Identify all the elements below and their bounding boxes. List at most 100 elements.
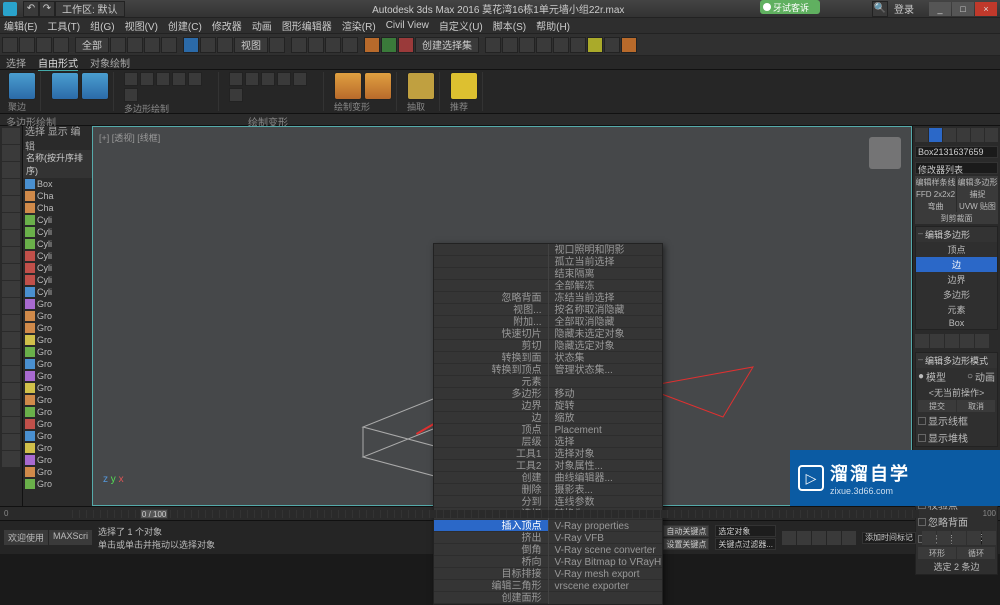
play-icon[interactable] — [812, 531, 826, 545]
left-tool-icon[interactable] — [2, 230, 20, 246]
scale-icon[interactable] — [217, 37, 233, 53]
subobject-level[interactable]: 边界 — [916, 272, 997, 287]
scene-item[interactable]: Cyli — [23, 226, 92, 238]
menu-tools[interactable]: 工具(T) — [47, 18, 80, 33]
context-item[interactable]: 层级 — [434, 436, 548, 448]
spinner-snap-icon[interactable] — [342, 37, 358, 53]
left-tool-icon[interactable] — [2, 366, 20, 382]
left-tool-icon[interactable] — [2, 196, 20, 212]
curve-editor-icon[interactable] — [536, 37, 552, 53]
section-title[interactable]: 编辑多边形 — [916, 227, 997, 242]
select-name-icon[interactable] — [127, 37, 143, 53]
scene-item[interactable]: Gro — [23, 370, 92, 382]
scene-item[interactable]: Cyli — [23, 238, 92, 250]
move-icon[interactable] — [183, 37, 199, 53]
context-item[interactable]: V-Ray Bitmap to VRayHDRI converter — [549, 556, 663, 568]
ribbon-tool-icon[interactable] — [188, 72, 202, 86]
scene-item[interactable]: Gro — [23, 466, 92, 478]
scene-item[interactable]: Cyli — [23, 250, 92, 262]
stack-icon[interactable] — [915, 334, 929, 348]
time-slider[interactable]: 0 / 100 — [72, 510, 918, 518]
context-item[interactable]: 多边形 — [434, 388, 548, 400]
left-tool-icon[interactable] — [2, 179, 20, 195]
context-item[interactable]: 隐藏选定对象 — [549, 340, 663, 352]
window-cross-icon[interactable] — [161, 37, 177, 53]
scene-item[interactable]: Gro — [23, 382, 92, 394]
context-item[interactable]: 视口照明和阴影 — [549, 244, 663, 256]
ribbon-tool-icon[interactable] — [245, 72, 259, 86]
scene-item[interactable]: Gro — [23, 358, 92, 370]
context-item[interactable]: 转换到面 — [434, 352, 548, 364]
context-item[interactable]: 忽略背面 — [434, 292, 548, 304]
context-item[interactable]: 编辑三角形 — [434, 580, 548, 592]
subobject-level[interactable]: 边 — [916, 257, 997, 272]
context-item[interactable]: 曲线编辑器... — [549, 472, 663, 484]
create-tab-icon[interactable] — [915, 128, 928, 142]
context-item[interactable] — [434, 280, 548, 292]
context-item[interactable]: 创建 — [434, 472, 548, 484]
undo-icon[interactable] — [2, 37, 18, 53]
menu-graph[interactable]: 图形编辑器 — [282, 18, 332, 33]
menu-civil[interactable]: Civil View — [386, 20, 429, 31]
undo-icon[interactable]: ↶ — [23, 1, 39, 17]
object-name-field[interactable] — [915, 146, 998, 158]
menu-script[interactable]: 脚本(S) — [493, 18, 526, 33]
scene-item[interactable]: Gro — [23, 394, 92, 406]
left-tool-icon[interactable] — [2, 264, 20, 280]
maximize-button[interactable]: □ — [952, 2, 974, 16]
ribbon-tab-freeform[interactable]: 自由形式 — [38, 55, 78, 71]
pan-icon[interactable] — [952, 531, 966, 545]
redo-icon[interactable] — [19, 37, 35, 53]
ribbon-tool-icon[interactable] — [172, 72, 186, 86]
scene-item[interactable]: Box — [23, 178, 92, 190]
context-item[interactable]: 插入顶点 — [434, 520, 548, 532]
redo-icon[interactable]: ↷ — [39, 1, 55, 17]
context-item[interactable]: 连线参数 — [549, 496, 663, 508]
context-item[interactable]: 元素 — [434, 376, 548, 388]
left-tool-icon[interactable] — [2, 434, 20, 450]
scene-item[interactable]: Cyli — [23, 262, 92, 274]
scene-item[interactable]: Gro — [23, 298, 92, 310]
menu-create[interactable]: 创建(C) — [168, 18, 202, 33]
subobject-level[interactable]: Box — [916, 317, 997, 329]
ribbon-tab-select[interactable]: 选择 — [6, 55, 26, 70]
left-tool-icon[interactable] — [2, 417, 20, 433]
context-item[interactable]: 按名称取消隐藏 — [549, 304, 663, 316]
left-tool-icon[interactable] — [2, 315, 20, 331]
scene-item[interactable]: Gro — [23, 430, 92, 442]
ribbon-tool-icon[interactable] — [81, 72, 109, 100]
left-tool-icon[interactable] — [2, 298, 20, 314]
ribbon-tool-icon[interactable] — [293, 72, 307, 86]
context-item[interactable]: 创建面形 — [434, 592, 548, 604]
context-item[interactable]: 全部取消隐藏 — [549, 316, 663, 328]
rect-select-icon[interactable] — [144, 37, 160, 53]
goto-start-icon[interactable] — [782, 531, 796, 545]
left-tool-icon[interactable] — [2, 162, 20, 178]
render-icon[interactable] — [621, 37, 637, 53]
menu-render[interactable]: 渲染(R) — [342, 18, 376, 33]
left-tool-icon[interactable] — [2, 281, 20, 297]
context-item[interactable]: 剪切 — [434, 340, 548, 352]
ribbon-tool-icon[interactable] — [51, 72, 79, 100]
menu-animation[interactable]: 动画 — [252, 18, 272, 33]
refcoord-dropdown[interactable]: 视图 — [234, 37, 268, 53]
context-item[interactable]: 结束隔离 — [549, 268, 663, 280]
context-item[interactable] — [434, 256, 548, 268]
workspace-dropdown[interactable]: 工作区: 默认 — [55, 1, 125, 17]
mod-button[interactable]: UVW 贴图 — [957, 200, 998, 212]
prev-frame-icon[interactable] — [797, 531, 811, 545]
context-item[interactable]: vrscene exporter — [549, 580, 663, 592]
left-tool-icon[interactable] — [2, 332, 20, 348]
render-frame-icon[interactable] — [604, 37, 620, 53]
scene-item[interactable]: Gro — [23, 442, 92, 454]
tab-welcome[interactable]: 欢迎使用 — [4, 530, 48, 545]
context-item[interactable]: 冻结当前选择 — [549, 292, 663, 304]
context-item[interactable]: 挤出 — [434, 532, 548, 544]
zoom-all-icon[interactable] — [937, 531, 951, 545]
mod-button[interactable]: 弯曲 — [915, 200, 956, 212]
context-item[interactable]: V-Ray properties — [549, 520, 663, 532]
context-item[interactable]: V-Ray VFB — [549, 532, 663, 544]
percent-snap-icon[interactable] — [325, 37, 341, 53]
scene-item[interactable]: Cha — [23, 202, 92, 214]
extract-icon[interactable] — [407, 72, 435, 100]
